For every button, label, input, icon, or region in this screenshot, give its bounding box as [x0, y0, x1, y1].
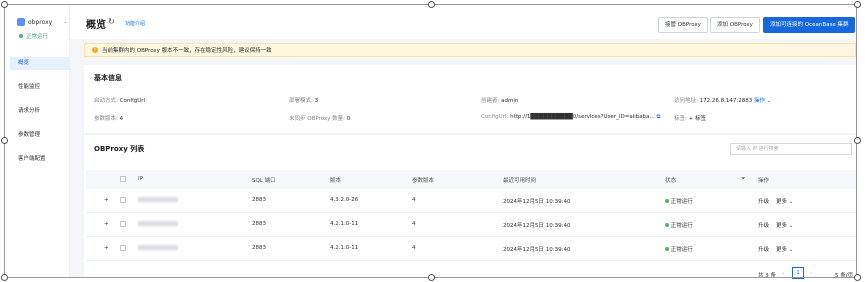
resize-handle-icon[interactable]: [428, 274, 435, 281]
resize-handle-icon[interactable]: [1, 1, 8, 8]
resize-handle-icon[interactable]: [854, 137, 861, 144]
resize-handle-icon[interactable]: [854, 1, 861, 8]
resize-handle-icon[interactable]: [1, 274, 8, 281]
resize-handle-icon[interactable]: [428, 1, 435, 8]
resize-handle-icon[interactable]: [1, 137, 8, 144]
resize-handle-icon[interactable]: [854, 274, 861, 281]
selection-frame: [4, 4, 857, 278]
